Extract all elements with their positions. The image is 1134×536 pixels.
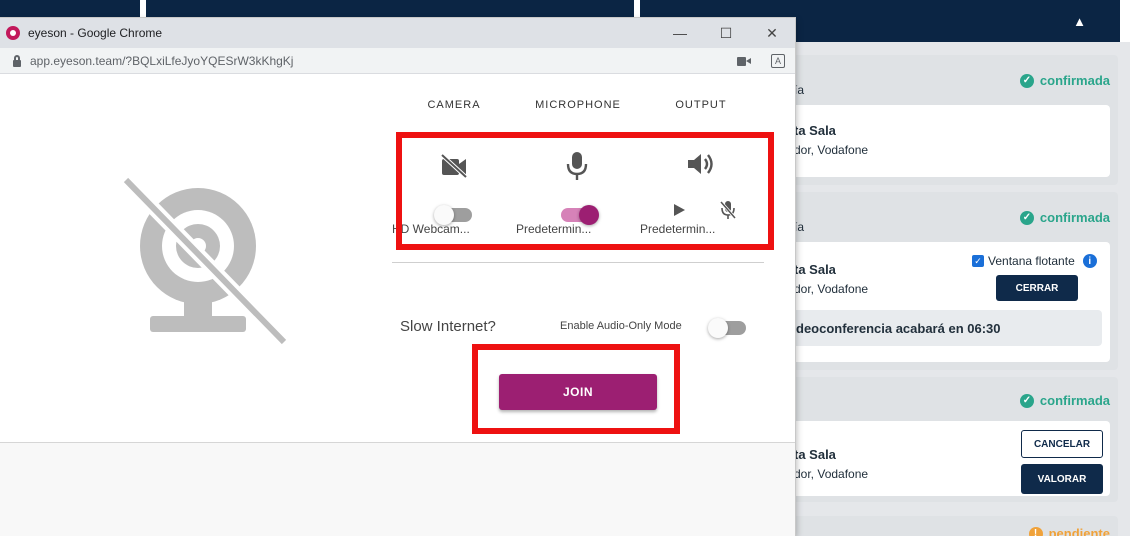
check-circle-icon: ✓ [1019,393,1034,408]
check-circle-icon: ✓ [1019,210,1034,225]
window-controls: — ☐ ✕ [657,18,795,48]
camera-label: CAMERA [427,99,481,111]
card-body: ta Sala dor, Vodafone [760,105,1110,177]
output-label: OUTPUT [675,99,727,111]
minimize-button[interactable]: — [657,18,703,48]
room-name: ta Sala [794,123,836,138]
floating-window-checkbox[interactable]: ✓ Ventana flotante i [972,254,1097,268]
address-bar[interactable]: app.eyeson.team/?BQLxiLfeJyoYQESrW3kKhgK… [0,48,795,74]
window-title: eyeson - Google Chrome [28,26,163,40]
audio-only-toggle[interactable] [708,318,746,338]
room-name: ta Sala [794,262,836,277]
webcam-disabled-icon [120,176,290,347]
status-label: pendiente [1048,526,1110,536]
reservation-card: ! pendiente [760,516,1118,536]
maximize-button[interactable]: ☐ [703,18,749,48]
provider-text: dor, Vodafone [794,143,869,157]
reservation-card: ía ✓ confirmada ta Sala dor, Vodafone [760,55,1118,185]
info-icon[interactable]: i [1082,254,1097,268]
window-titlebar[interactable]: eyeson - Google Chrome — ☐ ✕ [0,18,795,48]
cancel-button[interactable]: CANCELAR [1021,430,1103,458]
status-label: confirmada [1039,73,1110,88]
card-fragment-text: ía [794,220,805,234]
status-badge: ✓ confirmada [1019,73,1110,88]
audio-only-label: Enable Audio-Only Mode [560,320,682,332]
url-text[interactable]: app.eyeson.team/?BQLxiLfeJyoYQESrW3kKhgK… [30,54,293,68]
highlight-box-join [472,344,680,434]
status-label: confirmada [1039,393,1110,408]
card-fragment-text: ía [794,83,805,97]
check-circle-icon: ✓ [1019,73,1034,88]
floating-window-label: Ventana flotante [988,254,1075,268]
window-lower-area [0,442,795,536]
reservation-card: ía ✓ confirmada ta Sala dor, Vodafone ✓ … [760,192,1118,370]
provider-text: dor, Vodafone [794,467,869,481]
reservation-card: ✓ confirmada ta Sala dor, Vodafone CANCE… [760,377,1118,502]
provider-text: dor, Vodafone [794,282,869,296]
rate-button[interactable]: VALORAR [1021,464,1103,494]
microphone-label: MICROPHONE [535,99,621,111]
status-badge: ! pendiente [1028,526,1110,536]
clock-icon: ! [1028,526,1043,536]
checkbox-checked-icon[interactable]: ✓ [972,255,984,267]
card-body: ta Sala dor, Vodafone CANCELAR VALORAR [760,421,1110,496]
close-window-button[interactable]: ✕ [749,18,795,48]
toggle-knob [708,318,728,338]
translate-icon[interactable]: A [771,54,785,68]
card-body: ta Sala dor, Vodafone ✓ Ventana flotante… [760,242,1110,362]
camera-in-use-icon[interactable] [737,56,751,66]
status-badge: ✓ confirmada [1019,393,1110,408]
eyeson-favicon-icon [6,26,20,40]
status-label: confirmada [1039,210,1110,225]
lock-icon[interactable] [12,54,22,67]
slow-internet-label: Slow Internet? [400,318,496,335]
countdown-banner: deoconferencia acabará en 06:30 [784,310,1102,346]
room-name: ta Sala [794,447,836,462]
status-badge: ✓ confirmada [1019,210,1110,225]
collapse-arrow-icon[interactable]: ▲ [1073,14,1086,29]
address-bar-icons: A [737,54,785,68]
device-divider [392,262,764,263]
highlight-box-device-controls [396,132,774,250]
close-call-button[interactable]: CERRAR [996,275,1078,301]
